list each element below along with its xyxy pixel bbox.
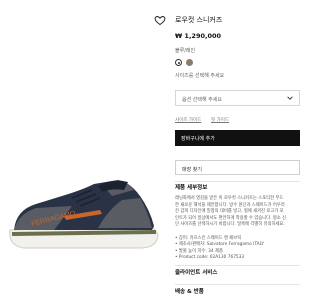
size-select[interactable]: 옵션 선택해 주세요 <box>175 90 300 106</box>
product-price: ₩ 1,290,000 <box>175 32 222 40</box>
divider <box>175 181 300 182</box>
find-in-store-label: 매장 찾기 <box>182 167 202 173</box>
details-heading[interactable]: 제품 세부정보 <box>175 185 207 192</box>
heart-icon[interactable] <box>154 14 166 26</box>
find-in-store-button[interactable]: 매장 찾기 <box>175 160 300 175</box>
color-swatch-selected[interactable] <box>175 59 182 66</box>
product-info-panel: 로우컷 스니커즈 ₩ 1,290,000 블루/레인 사이즈를 선택해 주세요 … <box>175 0 300 300</box>
divider <box>175 265 300 266</box>
fit-guide-link[interactable]: 핏 가이드 <box>211 118 229 124</box>
size-select-placeholder: 옵션 선택해 주세요 <box>182 97 222 103</box>
spec-item: • 제조사/판매자: Salvatore Ferragamo ITALY <box>175 242 265 248</box>
product-gallery: FERRAGAMO <box>0 0 170 300</box>
add-to-cart-button[interactable]: 장바구니에 추가 <box>175 130 300 146</box>
product-title: 로우컷 스니커즈 <box>175 16 223 24</box>
brand-logo-text: FERRAGAMO <box>31 210 77 228</box>
shipping-returns-heading[interactable]: 배송 & 반품 <box>175 289 204 296</box>
product-spec-list: • 갑피: 카프스킨 스웨이드 앤 패브릭 • 제조사/판매자: Salvato… <box>175 236 264 262</box>
product-description: 레닝화에서 영감을 받은 이 로우컷 스니커즈는 스포티한 무드 한 새로운 해… <box>175 196 287 228</box>
color-swatch[interactable] <box>186 59 193 66</box>
spec-item: • Product code: 02A130 767533 <box>175 255 245 261</box>
divider <box>175 284 300 285</box>
size-hint: 사이즈를 선택해 주세요 <box>175 73 225 79</box>
color-name: 블루/레인 <box>175 48 196 54</box>
size-guide-link[interactable]: 사이즈 가이드 <box>175 118 201 124</box>
add-to-cart-label: 장바구니에 추가 <box>181 136 215 142</box>
client-service-heading[interactable]: 클라이언트 서비스 <box>175 270 217 277</box>
chevron-down-icon <box>287 96 293 100</box>
svg-text:FERRAGAMO: FERRAGAMO <box>31 210 77 228</box>
